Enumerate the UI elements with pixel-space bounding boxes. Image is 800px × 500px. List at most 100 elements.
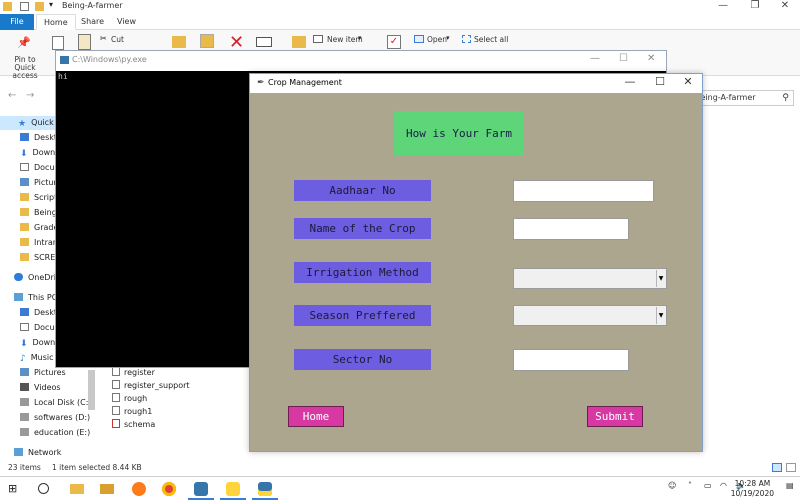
console-title-bar[interactable]: C:\Windows\py.exe — ☐ ✕ [56,51,666,71]
dropdown-arrow-icon[interactable]: ▾ [49,0,53,9]
minimize-icon[interactable]: — [708,0,738,11]
close-icon[interactable]: ✕ [674,75,702,88]
selection-info: 1 item selected 8.44 KB [52,463,142,472]
sidebar-item-this-pc[interactable]: This PC [14,291,57,305]
sidebar-item-label: This PC [28,293,58,302]
crop-name-input[interactable] [513,218,629,240]
irrigation-dropdown[interactable]: ▼ [513,268,667,289]
tab-home[interactable]: Home [36,14,76,30]
home-button[interactable]: Home [288,406,344,427]
folder-icon[interactable] [100,484,114,494]
picture-icon [20,368,29,376]
list-item[interactable]: rough [112,392,147,405]
clock-time: 10:28 AM [734,479,771,488]
sidebar-item-education-e[interactable]: education (E:) [20,426,90,440]
pin-icon[interactable]: 📌 [17,36,31,49]
system-clock[interactable]: 10:28 AM 10/19/2020 [731,479,774,499]
close-icon[interactable]: ✕ [647,53,655,64]
paste-icon[interactable] [78,34,91,50]
python-idle-icon[interactable] [226,482,240,496]
firefox-icon[interactable] [132,482,146,496]
tab-file[interactable]: File [0,14,34,30]
new-folder-icon[interactable] [292,36,306,48]
sidebar-item-pictures[interactable]: Pictures [20,366,66,380]
sidebar-item-softwares-d[interactable]: softwares (D:) [20,411,90,425]
list-item[interactable]: schema [112,418,155,431]
list-item[interactable]: register_support [112,379,190,392]
crop-management-window[interactable]: ✒ Crop Management — ☐ ✕ How is Your Farm… [249,73,703,452]
copy-to-icon[interactable] [200,34,214,48]
sidebar-item-local-disk-c[interactable]: Local Disk (C:) [20,396,92,410]
people-icon[interactable]: ☺ [668,481,676,490]
crop-title-bar[interactable]: ✒ Crop Management — ☐ ✕ [250,74,702,93]
desktop-icon [20,308,29,316]
maximize-icon[interactable]: ☐ [646,75,674,88]
file-name: rough [124,394,148,403]
dropdown-arrow-icon[interactable]: ▾ [446,34,450,42]
season-dropdown[interactable]: ▼ [513,305,667,326]
details-view-icon[interactable] [772,463,782,472]
nav-scrollbar[interactable] [88,370,95,410]
windows-start-icon[interactable]: ⊞ [8,482,22,496]
python-file-icon [112,380,120,389]
folder-icon [20,223,29,231]
battery-icon[interactable]: ▭ [704,481,712,490]
python-console-icon[interactable] [258,482,272,496]
properties-check-icon[interactable]: ✓ [387,35,401,49]
select-all-icon[interactable] [462,35,471,43]
chrome-icon[interactable] [162,482,176,496]
minimize-icon[interactable]: — [616,75,644,88]
notifications-icon[interactable]: ▤ [786,481,794,490]
open-icon[interactable] [414,35,424,43]
season-label: Season Preffered [294,305,431,326]
desktop-icon [20,133,29,141]
console-title: C:\Windows\py.exe [72,55,147,64]
file-explorer-icon[interactable] [70,484,84,494]
move-to-icon[interactable] [172,36,186,48]
pin-to-quick-access-button[interactable]: Pin to Quick access [4,56,46,80]
new-folder-icon[interactable] [35,2,44,11]
dropdown-arrow-icon[interactable]: ▾ [358,34,362,42]
wifi-icon[interactable]: ◠ [720,481,727,490]
cut-icon[interactable]: ✂ [100,34,107,43]
aadhaar-input[interactable] [513,180,654,202]
large-icons-view-icon[interactable] [786,463,796,472]
document-icon [20,163,29,171]
properties-icon[interactable] [20,2,29,11]
music-note-icon: ♪ [20,354,26,364]
sidebar-item-videos[interactable]: Videos [20,381,61,395]
open-button[interactable]: Open [427,35,447,44]
window-title: Being-A-farmer [62,1,123,10]
item-count: 23 items [8,463,41,472]
drive-icon [20,398,29,406]
chevron-down-icon[interactable]: ▼ [656,270,665,287]
new-item-icon[interactable] [313,35,323,43]
rename-icon[interactable] [256,37,272,47]
select-all-button[interactable]: Select all [474,35,508,44]
ribbon-tabs: File Home Share View [0,14,800,30]
image-file-icon [112,419,120,428]
status-bar: 23 items 1 item selected 8.44 KB [0,461,800,476]
sidebar-item-network[interactable]: Network [14,446,61,460]
minimize-icon[interactable]: — [590,53,600,64]
back-arrow-icon[interactable]: ← [8,90,16,101]
tab-share[interactable]: Share [74,14,111,30]
sector-input[interactable] [513,349,629,371]
list-item[interactable]: rough1 [112,405,152,418]
tab-view[interactable]: View [110,14,143,30]
maximize-icon[interactable]: ❐ [740,0,770,11]
search-icon[interactable] [38,483,49,494]
submit-button[interactable]: Submit [587,406,643,427]
sidebar-item-music[interactable]: ♪ Music [20,351,54,365]
close-icon[interactable]: ✕ [770,0,800,11]
forward-arrow-icon[interactable]: → [26,90,34,101]
chevron-up-icon[interactable]: ˄ [688,481,692,490]
search-input[interactable]: Being-A-farmer ⚲ [690,90,794,106]
copy-icon[interactable] [52,36,64,50]
window-title: Crop Management [268,78,342,87]
cut-button[interactable]: Cut [111,35,124,44]
maximize-icon[interactable]: ☐ [619,53,628,64]
folder-icon [20,253,29,261]
python-icon[interactable] [194,482,208,496]
chevron-down-icon[interactable]: ▼ [656,307,665,324]
